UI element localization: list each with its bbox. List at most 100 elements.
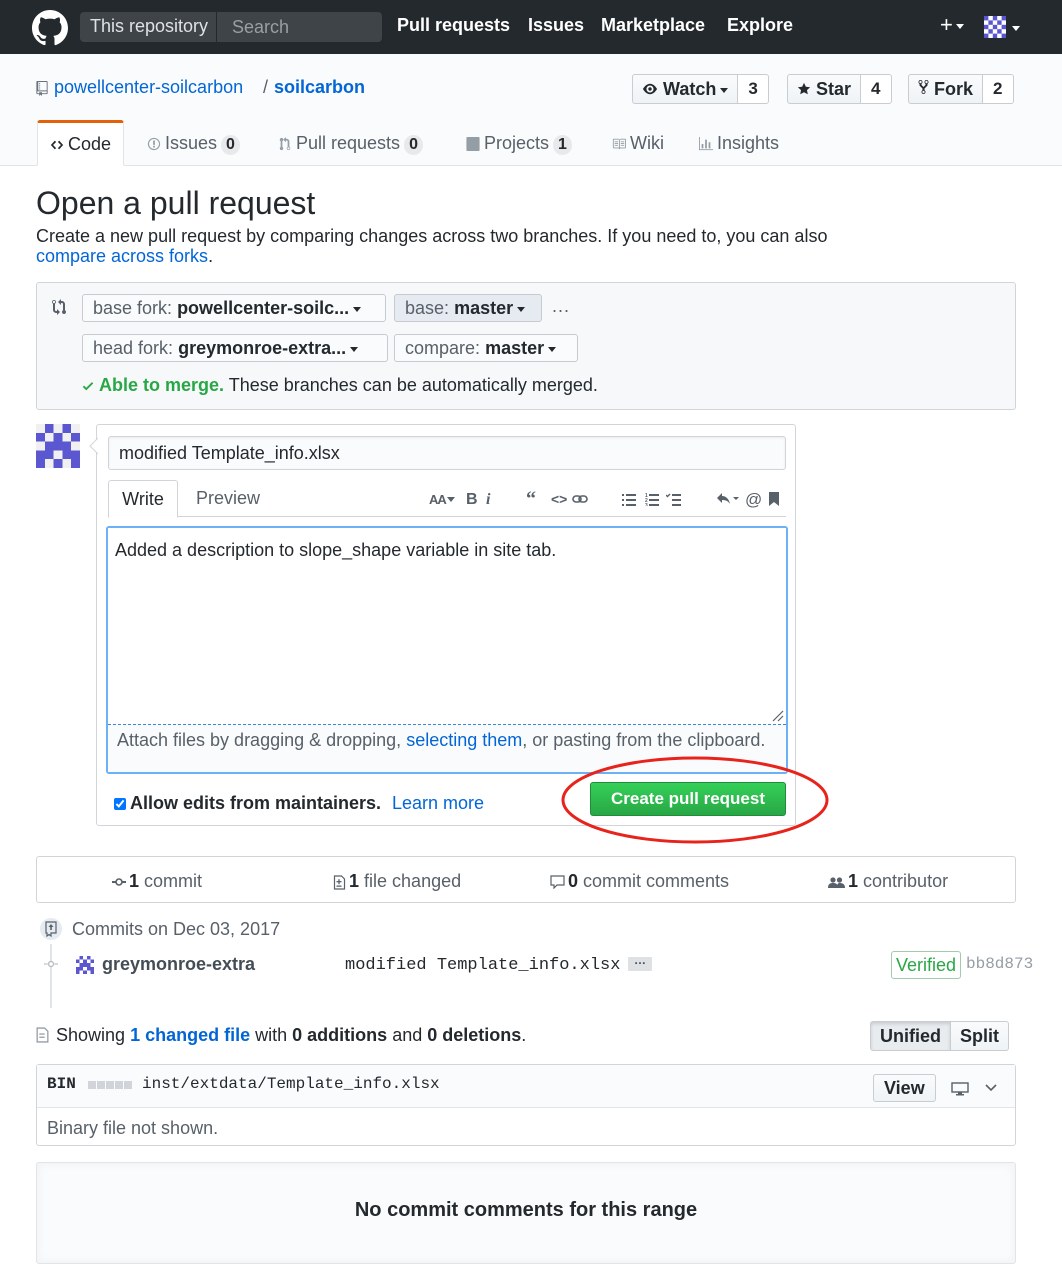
fork-label: Fork: [934, 79, 974, 99]
base-fork-label: base fork:: [93, 298, 173, 318]
page-title: Open a pull request: [36, 185, 316, 221]
fork-count[interactable]: 2: [983, 74, 1014, 104]
fork-control: Fork 2: [908, 74, 1014, 104]
nav-issues[interactable]: Issues: [528, 15, 584, 36]
view-file-button[interactable]: View: [873, 1074, 936, 1102]
search-input[interactable]: [226, 13, 380, 41]
star-count[interactable]: 4: [861, 74, 892, 104]
commit-author-link[interactable]: greymonroe-extra: [102, 954, 255, 975]
allow-edits-label[interactable]: Allow edits from maintainers.: [130, 793, 381, 814]
split-view-button[interactable]: Split: [951, 1021, 1009, 1051]
display-icon[interactable]: [951, 1082, 969, 1096]
tab-pull-requests[interactable]: Pull requests 0: [278, 120, 423, 166]
compare-forks-link[interactable]: compare across forks: [36, 246, 208, 266]
tab-label: Wiki: [630, 133, 664, 153]
repo-name-link[interactable]: soilcarbon: [274, 77, 365, 98]
link-icon: [572, 495, 588, 503]
text-size-button[interactable]: AA: [429, 491, 455, 509]
deletions-count: 0 deletions: [427, 1025, 522, 1045]
tab-wiki[interactable]: Wiki: [612, 120, 664, 166]
timeline-line: [50, 944, 52, 1008]
italic-button[interactable]: i: [486, 491, 490, 509]
quote-button[interactable]: “: [526, 488, 536, 511]
create-new-menu[interactable]: +: [940, 12, 964, 38]
code-icon: <>: [551, 491, 568, 507]
avatar-chevron-down-icon[interactable]: [1012, 26, 1020, 31]
base-value: master: [454, 298, 514, 318]
verified-badge[interactable]: Verified: [891, 951, 962, 979]
issue-icon: [147, 138, 161, 151]
create-pull-request-button[interactable]: Create pull request: [590, 782, 786, 816]
diff-summary: Showing 1 changed file with 0 additions …: [56, 1025, 526, 1046]
tab-issues[interactable]: Issues 0: [147, 120, 240, 166]
unified-view-button[interactable]: Unified: [870, 1021, 951, 1051]
mention-icon: @: [745, 490, 763, 509]
file-path-link[interactable]: inst/extdata/Template_info.xlsx: [142, 1075, 440, 1093]
comments-count-link[interactable]: 0 commit comments: [550, 871, 729, 892]
chevron-down-icon: [955, 23, 964, 29]
nav-explore[interactable]: Explore: [727, 15, 793, 36]
italic-icon: i: [486, 491, 491, 508]
commits-count-link[interactable]: 1 commit: [112, 871, 202, 892]
task-list-button[interactable]: [666, 493, 681, 506]
commit-sha-link[interactable]: bb8d873: [966, 955, 1033, 973]
changed-files-link[interactable]: 1 changed file: [130, 1025, 250, 1045]
tab-projects[interactable]: Projects 1: [466, 120, 572, 166]
select-files-link[interactable]: selecting them: [406, 730, 522, 750]
user-avatar[interactable]: [984, 16, 1006, 38]
files-count-link[interactable]: 1 file changed: [333, 871, 461, 892]
github-logo-icon[interactable]: [32, 10, 68, 46]
star-button[interactable]: Star: [787, 74, 862, 104]
commit-message-link[interactable]: modified Template_info.xlsx: [345, 956, 620, 975]
preview-tab[interactable]: Preview: [196, 488, 260, 509]
compare-branch-select[interactable]: compare: master: [394, 334, 578, 362]
merge-status: Able to merge. These branches can be aut…: [82, 375, 598, 396]
allow-edits-checkbox[interactable]: [114, 798, 126, 810]
head-fork-select[interactable]: head fork: greymonroe-extra...: [82, 334, 388, 362]
nav-pull-requests[interactable]: Pull requests: [397, 15, 510, 36]
diff-view-toggle: Unified Split: [870, 1021, 1009, 1051]
saved-reply-button[interactable]: [769, 492, 779, 506]
resize-handle-icon[interactable]: [770, 708, 784, 722]
contributors-count-link[interactable]: 1 contributor: [828, 871, 948, 892]
chevron-down-icon[interactable]: [985, 1084, 997, 1092]
chevron-down-icon: [353, 306, 362, 312]
search-scope-label: This repository: [82, 12, 218, 42]
commit-author-avatar[interactable]: [76, 956, 94, 974]
base-branch-select[interactable]: base: master: [394, 294, 542, 322]
git-compare-icon: [52, 299, 66, 315]
range-dots: ...: [552, 296, 571, 316]
tab-code[interactable]: Code: [37, 120, 125, 166]
ordered-list-button[interactable]: 123: [645, 493, 659, 506]
comments-count: 0: [568, 871, 579, 891]
nav-marketplace[interactable]: Marketplace: [601, 15, 705, 36]
check-icon: [82, 382, 94, 391]
author-avatar[interactable]: [36, 424, 80, 468]
write-tab[interactable]: Write: [108, 480, 178, 518]
link-button[interactable]: [572, 493, 588, 505]
tab-insights[interactable]: Insights: [699, 120, 779, 166]
watch-count[interactable]: 3: [738, 74, 769, 104]
plus-icon: +: [940, 12, 953, 37]
file-attach-hint: Attach files by dragging & dropping, sel…: [108, 725, 786, 772]
pr-body-textarea[interactable]: Added a description to slope_shape varia…: [108, 528, 786, 724]
fork-button[interactable]: Fork: [908, 74, 984, 104]
repo-owner-link[interactable]: powellcenter-soilcarbon: [54, 77, 243, 98]
unordered-list-button[interactable]: [622, 493, 636, 506]
watch-label: Watch: [663, 79, 717, 99]
tab-label: Pull requests: [296, 133, 401, 153]
mention-button[interactable]: @: [745, 490, 762, 510]
compare-value: master: [485, 338, 545, 358]
pr-title-input[interactable]: [108, 436, 786, 470]
code-button[interactable]: <>: [551, 491, 567, 507]
learn-more-link[interactable]: Learn more: [392, 793, 484, 814]
bold-button[interactable]: B: [466, 491, 478, 509]
reply-button[interactable]: [716, 492, 740, 506]
and-text: and: [392, 1025, 423, 1045]
code-icon: [50, 140, 64, 150]
commit-expand-button[interactable]: …: [628, 954, 652, 971]
star-icon: [797, 82, 811, 95]
base-fork-select[interactable]: base fork: powellcenter-soilc...: [82, 294, 386, 322]
binary-file-note: Binary file not shown.: [47, 1118, 219, 1138]
watch-button[interactable]: Watch: [632, 74, 739, 104]
